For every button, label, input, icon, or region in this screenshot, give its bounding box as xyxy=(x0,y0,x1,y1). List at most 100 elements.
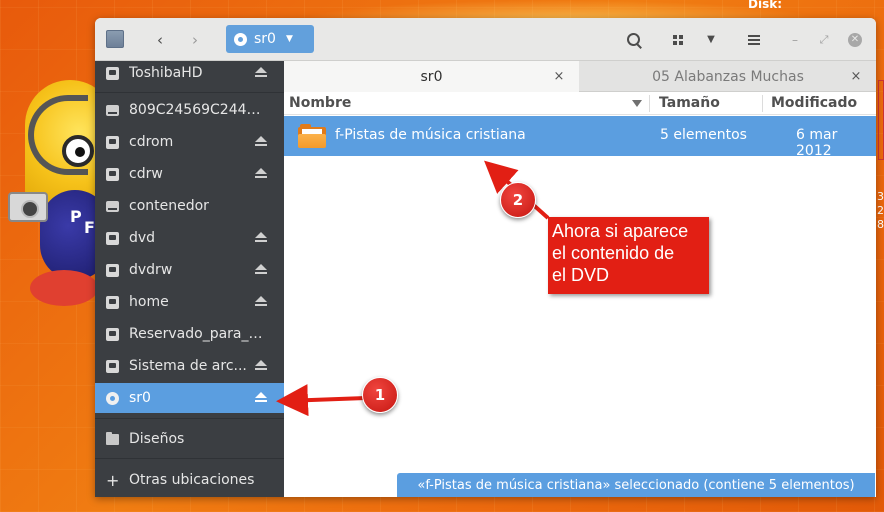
annotation-marker-1: 1 xyxy=(362,377,398,413)
file-row[interactable]: f-Pistas de música cristiana 5 elementos… xyxy=(284,116,876,159)
drive-icon xyxy=(106,167,119,181)
sidebar-item-label: Otras ubicaciones xyxy=(129,472,255,488)
sidebar-item-809c24569c2448cc[interactable]: 809C24569C2448CC xyxy=(95,95,284,125)
sidebar-divider xyxy=(95,92,284,93)
sidebar-item-other-locations[interactable]: + Otras ubicaciones xyxy=(95,465,284,495)
sidebar-item-contenedor[interactable]: contenedor xyxy=(95,191,284,221)
view-toggle-button[interactable] xyxy=(667,26,689,53)
annotation-marker-2: 2 xyxy=(500,182,536,218)
minimize-button[interactable]: – xyxy=(787,26,803,53)
drive-icon xyxy=(106,263,119,277)
sidebar-item-label: Reservado_para_e... xyxy=(129,326,269,342)
close-icon[interactable]: × xyxy=(849,69,863,84)
mascot-foot xyxy=(30,270,98,306)
drive-icon xyxy=(106,327,119,341)
sidebar-item-toshibahd[interactable]: ToshibaHD xyxy=(95,58,284,88)
tab-bar: sr0 × 05 Alabanzas Muchas × xyxy=(284,61,876,92)
close-window-button[interactable]: ✕ xyxy=(847,26,863,53)
file-size: 5 elementos xyxy=(660,127,747,143)
eject-icon[interactable] xyxy=(254,360,268,372)
view-options-button[interactable]: ▼ xyxy=(700,26,722,53)
sidebar-item-label: dvd xyxy=(129,230,156,246)
drive-icon xyxy=(106,295,119,309)
conky-widget xyxy=(878,80,884,160)
path-label: sr0 xyxy=(254,31,276,47)
chevron-down-icon: ▼ xyxy=(285,34,293,44)
eject-icon[interactable] xyxy=(254,392,268,404)
conky-digit: 3 xyxy=(877,190,884,203)
hdd-icon xyxy=(106,200,119,212)
maximize-button[interactable]: ⤢ xyxy=(816,26,832,53)
hamburger-icon xyxy=(748,34,760,45)
header-bar: ‹ › sr0 ▼ ▼ – ⤢ ✕ xyxy=(95,18,876,61)
mascot-eye xyxy=(62,135,94,167)
mascot-letter: P xyxy=(70,207,82,226)
sidebar-divider xyxy=(95,458,284,459)
forward-button[interactable]: › xyxy=(184,26,206,53)
minimize-icon: – xyxy=(792,32,798,47)
places-sidebar: ToshibaHD 809C24569C2448CC cdrom cdrw co… xyxy=(95,61,284,497)
hdd-icon xyxy=(106,104,119,116)
folder-icon xyxy=(298,124,326,148)
sidebar-divider xyxy=(95,418,284,419)
column-header-size[interactable]: Tamaño xyxy=(659,95,720,111)
drive-icon xyxy=(106,359,119,373)
folder-icon xyxy=(106,431,119,445)
sidebar-item-label: contenedor xyxy=(129,198,209,214)
column-header-name[interactable]: Nombre xyxy=(289,95,351,111)
annotation-note-line: Ahora si aparece xyxy=(552,221,689,241)
sidebar-item-label: sr0 xyxy=(129,390,151,406)
file-modified: 6 mar 2012 xyxy=(796,127,838,159)
close-icon: ✕ xyxy=(848,32,862,47)
sidebar-item-label: cdrom xyxy=(129,134,174,150)
column-divider[interactable] xyxy=(649,95,650,112)
chevron-right-icon: › xyxy=(192,30,198,49)
disc-icon xyxy=(106,391,119,405)
eject-icon[interactable] xyxy=(254,136,268,148)
sidebar-item-disenos[interactable]: Diseños xyxy=(95,424,284,454)
drive-icon xyxy=(106,231,119,245)
eject-icon[interactable] xyxy=(254,168,268,180)
sidebar-item-dvd[interactable]: dvd xyxy=(95,223,284,253)
column-header-modified[interactable]: Modificado xyxy=(771,95,857,111)
sidebar-item-cdrom[interactable]: cdrom xyxy=(95,127,284,157)
sidebar-item-sistema[interactable]: Sistema de arc... xyxy=(95,351,284,381)
sidebar-item-sr0[interactable]: sr0 xyxy=(95,383,284,413)
sidebar-item-reservado[interactable]: Reservado_para_e... xyxy=(95,319,284,349)
column-header: Nombre Tamaño Modificado xyxy=(284,92,876,115)
tab-sr0[interactable]: sr0 × xyxy=(284,61,579,92)
eject-icon[interactable] xyxy=(254,264,268,276)
sidebar-item-dvdrw[interactable]: dvdrw xyxy=(95,255,284,285)
eject-icon[interactable] xyxy=(254,67,268,79)
chevron-left-icon: ‹ xyxy=(157,30,163,49)
menu-button[interactable] xyxy=(743,26,765,53)
drive-icon[interactable] xyxy=(106,30,124,48)
sidebar-item-home[interactable]: home xyxy=(95,287,284,317)
eject-icon[interactable] xyxy=(254,232,268,244)
search-button[interactable] xyxy=(623,26,645,53)
tab-05-alabanzas-muchas[interactable]: 05 Alabanzas Muchas × xyxy=(580,61,876,92)
conky-disk-label: Disk: xyxy=(748,0,782,11)
conky-digit: 2 xyxy=(877,204,884,217)
camera-icon xyxy=(8,192,48,222)
tab-label: 05 Alabanzas Muchas xyxy=(652,68,804,85)
disc-icon xyxy=(234,32,247,46)
drive-icon xyxy=(106,66,119,80)
sidebar-item-cdrw[interactable]: cdrw xyxy=(95,159,284,189)
maximize-icon: ⤢ xyxy=(819,32,829,46)
path-bar-button[interactable]: sr0 ▼ xyxy=(226,25,314,53)
column-divider[interactable] xyxy=(762,95,763,112)
conky-readout: 3 2 8 xyxy=(877,190,884,232)
back-button[interactable]: ‹ xyxy=(149,26,171,53)
tab-label: sr0 xyxy=(420,68,443,85)
close-icon[interactable]: × xyxy=(552,69,566,84)
file-manager-window: ‹ › sr0 ▼ ▼ – ⤢ ✕ ToshibaHD 809C24569C24… xyxy=(95,18,876,497)
sidebar-item-label: ToshibaHD xyxy=(129,65,203,81)
eject-icon[interactable] xyxy=(254,296,268,308)
annotation-note-line: el contenido de xyxy=(552,243,675,263)
sidebar-item-label: dvdrw xyxy=(129,262,173,278)
chevron-down-icon: ▼ xyxy=(707,34,715,45)
sort-descending-icon[interactable] xyxy=(632,100,642,107)
plus-icon: + xyxy=(106,470,120,490)
annotation-note: Ahora si aparece el contenido de el DVD xyxy=(548,217,709,294)
